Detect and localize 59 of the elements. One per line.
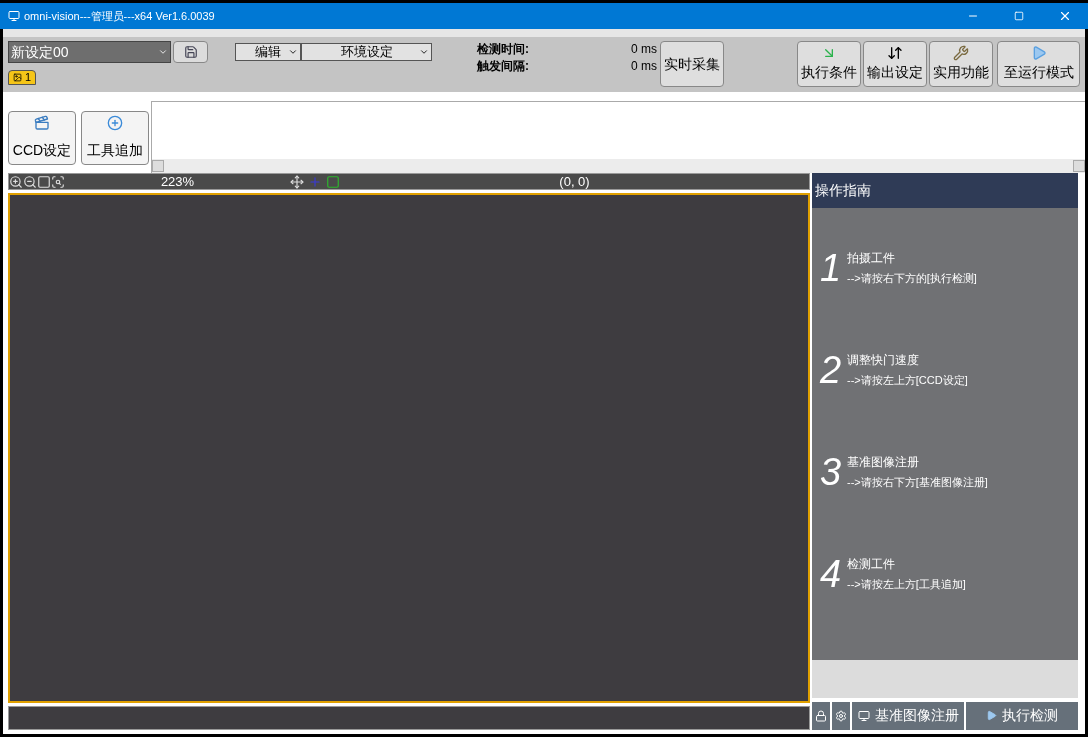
caret-icon xyxy=(419,47,429,57)
step-hint: -->请按右下方[基准图像注册] xyxy=(847,475,988,490)
clapperboard-icon xyxy=(34,115,50,131)
menu-dropdown[interactable]: 环境设定 xyxy=(301,43,432,61)
menu-dropdown[interactable]: 编辑 xyxy=(235,43,301,61)
zoom-out-icon[interactable] xyxy=(23,174,37,189)
image-icon xyxy=(13,73,22,82)
guide-header: 操作指南 xyxy=(812,173,1078,208)
setting-select[interactable]: 新设定00 xyxy=(8,41,171,63)
action-button[interactable]: 执行检测 xyxy=(966,701,1078,730)
timing-value: 0 ms xyxy=(631,58,657,75)
settings-button[interactable] xyxy=(832,701,850,730)
save-icon xyxy=(183,45,198,59)
zoom-in-icon[interactable] xyxy=(9,174,23,189)
step-number: 4 xyxy=(820,554,843,594)
swap-icon xyxy=(887,45,903,61)
close-icon xyxy=(1058,9,1072,23)
timing-label: 检测时间: xyxy=(477,41,529,58)
action-button[interactable]: 基准图像注册 xyxy=(852,701,964,730)
tool-button[interactable]: CCD设定 xyxy=(8,111,76,165)
step-title: 检测工件 xyxy=(847,556,896,573)
cursor-coordinates: (0, 0) xyxy=(558,172,591,191)
lock-icon xyxy=(815,709,827,722)
step-number: 2 xyxy=(820,350,843,390)
horizontal-scrollbar[interactable] xyxy=(152,159,1085,173)
step-title: 调整快门速度 xyxy=(847,352,920,369)
timing-label: 触发间隔: xyxy=(477,58,529,75)
play-icon xyxy=(986,710,997,721)
page-tab[interactable]: 1 xyxy=(8,70,37,85)
step-number: 1 xyxy=(820,248,843,288)
caret-icon xyxy=(288,47,298,57)
add-icon xyxy=(107,115,123,131)
live-capture-button[interactable]: 实时采集 xyxy=(660,41,724,87)
step-number: 3 xyxy=(820,452,843,492)
save-button[interactable] xyxy=(173,41,208,63)
zoom-level: 223% xyxy=(159,172,196,191)
toolbar-button[interactable]: 实用功能 xyxy=(929,41,993,87)
step-hint: -->请按右下方的[执行检测] xyxy=(847,271,977,286)
step-title: 拍摄工件 xyxy=(847,250,896,267)
wrench-icon xyxy=(953,45,969,61)
settings-icon xyxy=(835,709,847,722)
lock-button[interactable] xyxy=(812,701,830,730)
step-hint: -->请按左上方[工具追加] xyxy=(847,577,966,592)
timing-value: 0 ms xyxy=(631,41,657,58)
rectangle-icon[interactable] xyxy=(326,174,340,189)
tool-button[interactable]: 工具追加 xyxy=(81,111,149,165)
app-icon xyxy=(8,10,20,22)
maximize-icon xyxy=(1014,11,1024,21)
toolbar-button[interactable]: 执行条件 xyxy=(797,41,861,87)
move-icon[interactable] xyxy=(290,174,304,189)
caret-icon xyxy=(158,47,168,57)
monitor-icon xyxy=(857,709,870,722)
step-title: 基准图像注册 xyxy=(847,454,920,471)
fit-icon[interactable] xyxy=(37,174,51,189)
toolbar-button[interactable]: 至运行模式 xyxy=(997,41,1080,87)
toolbar-button[interactable]: 输出设定 xyxy=(863,41,927,87)
step-hint: -->请按左上方[CCD设定] xyxy=(847,373,968,388)
window-title: omni-vision---管理员---x64 Ver1.6.0039 xyxy=(24,8,215,24)
zoom-icon[interactable] xyxy=(51,174,65,189)
